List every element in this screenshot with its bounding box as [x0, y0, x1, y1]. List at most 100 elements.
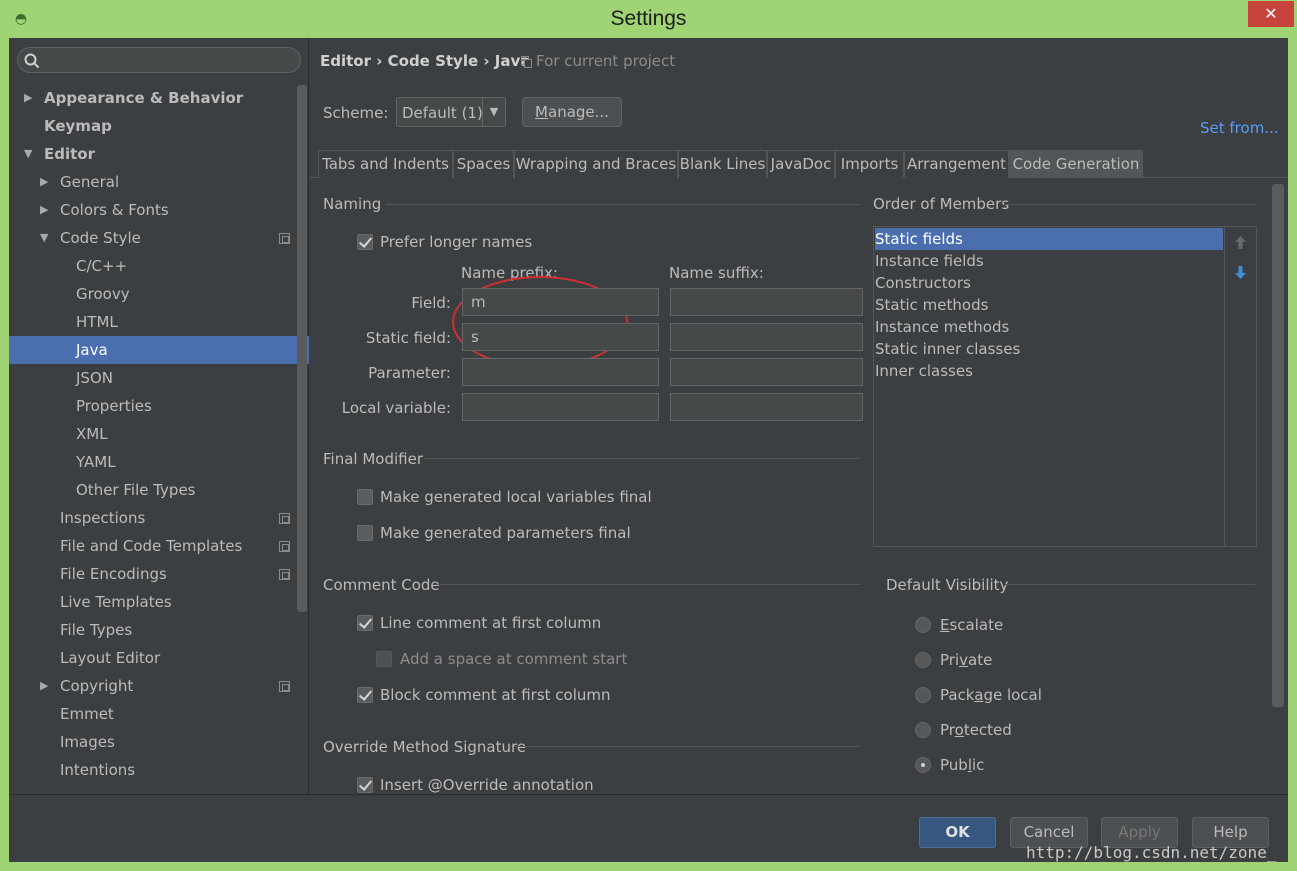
visibility-divider [1005, 584, 1255, 585]
add-space-comment-checkbox[interactable] [376, 651, 392, 667]
insert-override-label: Insert @Override annotation [380, 776, 594, 793]
close-button[interactable]: ✕ [1248, 1, 1294, 27]
order-item-inner-classes[interactable]: Inner classes [875, 360, 973, 382]
sidebar-scrollbar[interactable] [297, 85, 307, 612]
sidebar-item-other-file-types[interactable]: Other File Types [76, 476, 196, 504]
expanded-arrow-icon[interactable]: ▼ [24, 140, 36, 168]
ok-button[interactable]: OK [919, 817, 996, 848]
sidebar-item-java[interactable]: Java [76, 336, 108, 364]
final-local-variables-label: Make generated local variables final [380, 488, 652, 506]
override-divider [514, 746, 861, 747]
sidebar-item-html[interactable]: HTML [76, 308, 118, 336]
collapsed-arrow-icon[interactable]: ▶ [24, 84, 36, 112]
order-item-static-inner-classes[interactable]: Static inner classes [875, 338, 1020, 360]
final-parameters-label: Make generated parameters final [380, 524, 631, 542]
visibility-public-radio[interactable] [915, 757, 931, 773]
tab-arrangement[interactable]: Arrangement [904, 150, 1009, 178]
sidebar-item-file-encodings[interactable]: File Encodings [60, 560, 167, 588]
set-from-link[interactable]: Set from... [1200, 119, 1279, 137]
final-local-variables-checkbox[interactable] [357, 489, 373, 505]
final-parameters-checkbox[interactable] [357, 525, 373, 541]
collapsed-arrow-icon[interactable]: ▶ [40, 196, 52, 224]
parameter-suffix-input[interactable] [670, 358, 863, 386]
project-scope-icon [279, 233, 290, 244]
collapsed-arrow-icon[interactable]: ▶ [40, 672, 52, 700]
sidebar-item-live-templates[interactable]: Live Templates [60, 588, 172, 616]
static-field-suffix-input[interactable] [670, 323, 863, 351]
collapsed-arrow-icon[interactable]: ▶ [40, 168, 52, 196]
sidebar-item-intentions[interactable]: Intentions [60, 756, 135, 784]
sidebar-item-groovy[interactable]: Groovy [76, 280, 130, 308]
content-scrollbar[interactable] [1272, 184, 1284, 707]
sidebar-item-c-c[interactable]: C/C++ [76, 252, 127, 280]
tab-blank-lines[interactable]: Blank Lines [678, 150, 767, 178]
sidebar-item-colors-fonts[interactable]: Colors & Fonts [60, 196, 169, 224]
manage-button[interactable]: Manage... [522, 97, 622, 127]
settings-search-input[interactable] [17, 47, 301, 73]
add-space-comment-label: Add a space at comment start [400, 650, 628, 668]
visibility-private-radio[interactable] [915, 652, 931, 668]
tab-code-generation[interactable]: Code Generation [1009, 150, 1143, 178]
expanded-arrow-icon[interactable]: ▼ [40, 224, 52, 252]
prefer-longer-names-checkbox[interactable] [357, 234, 373, 250]
sidebar-item-inspections[interactable]: Inspections [60, 504, 145, 532]
sidebar-item-xml[interactable]: XML [76, 420, 108, 448]
block-comment-first-column-label: Block comment at first column [380, 686, 611, 704]
local-variable-suffix-input[interactable] [670, 393, 863, 421]
tab-imports[interactable]: Imports [835, 150, 904, 178]
static-field-prefix-input[interactable]: s [462, 323, 659, 351]
dropdown-arrow-icon[interactable]: ▼ [482, 98, 505, 126]
order-item-static-fields[interactable]: Static fields [875, 228, 1223, 250]
sidebar-item-properties[interactable]: Properties [76, 392, 152, 420]
order-item-instance-methods[interactable]: Instance methods [875, 316, 1009, 338]
order-item-constructors[interactable]: Constructors [875, 272, 971, 294]
sidebar-item-file-types[interactable]: File Types [60, 616, 132, 644]
block-comment-first-column-checkbox[interactable] [357, 687, 373, 703]
move-up-icon[interactable] [1233, 235, 1248, 250]
line-comment-first-column-checkbox[interactable] [357, 615, 373, 631]
scheme-value: Default (1) [402, 104, 483, 122]
sidebar-item-emmet[interactable]: Emmet [60, 700, 114, 728]
move-down-icon[interactable] [1233, 265, 1248, 280]
sidebar-item-appearance-behavior[interactable]: Appearance & Behavior [44, 84, 243, 112]
order-item-instance-fields[interactable]: Instance fields [875, 250, 984, 272]
order-item-static-methods[interactable]: Static methods [875, 294, 988, 316]
insert-override-checkbox[interactable] [357, 777, 373, 793]
visibility-package-local-label: Package local [940, 686, 1042, 704]
tab-spaces[interactable]: Spaces [453, 150, 514, 178]
name-suffix-header: Name suffix: [669, 264, 764, 282]
visibility-escalate-radio[interactable] [915, 617, 931, 633]
search-icon [24, 53, 40, 69]
sidebar-item-keymap[interactable]: Keymap [44, 112, 112, 140]
window-title: Settings [610, 7, 687, 30]
naming-row-label: Static field: [365, 329, 451, 347]
sidebar-selection-highlight [9, 336, 309, 364]
sidebar-item-file-and-code-templates[interactable]: File and Code Templates [60, 532, 242, 560]
project-scope-icon [279, 681, 290, 692]
sidebar-item-editor[interactable]: Editor [44, 140, 95, 168]
tab-tabs-and-indents[interactable]: Tabs and Indents [318, 150, 453, 178]
local-variable-prefix-input[interactable] [462, 393, 659, 421]
naming-row-label: Field: [411, 294, 451, 312]
sidebar-item-layout-editor[interactable]: Layout Editor [60, 644, 160, 672]
field-suffix-input[interactable] [670, 288, 863, 316]
sidebar-item-yaml[interactable]: YAML [76, 448, 116, 476]
sidebar-item-general[interactable]: General [60, 168, 119, 196]
sidebar-item-copyright[interactable]: Copyright [60, 672, 133, 700]
comment-code-section-title: Comment Code [323, 576, 440, 594]
watermark-url: http://blog.csdn.net/zone_ [1026, 843, 1277, 862]
field-prefix-input[interactable]: m [462, 288, 659, 316]
sidebar-item-images[interactable]: Images [60, 728, 115, 756]
visibility-protected-radio[interactable] [915, 722, 931, 738]
parameter-prefix-input[interactable] [462, 358, 659, 386]
tab-javadoc[interactable]: JavaDoc [767, 150, 835, 178]
visibility-package-local-radio[interactable] [915, 687, 931, 703]
final-modifier-divider [424, 458, 861, 459]
line-comment-first-column-label: Line comment at first column [380, 614, 602, 632]
order-divider [1004, 204, 1256, 205]
tab-wrapping-and-braces[interactable]: Wrapping and Braces [514, 150, 678, 178]
comment-code-divider [436, 584, 861, 585]
sidebar-item-code-style[interactable]: Code Style [60, 224, 141, 252]
visibility-public-label: Public [940, 756, 985, 774]
sidebar-item-json[interactable]: JSON [76, 364, 113, 392]
